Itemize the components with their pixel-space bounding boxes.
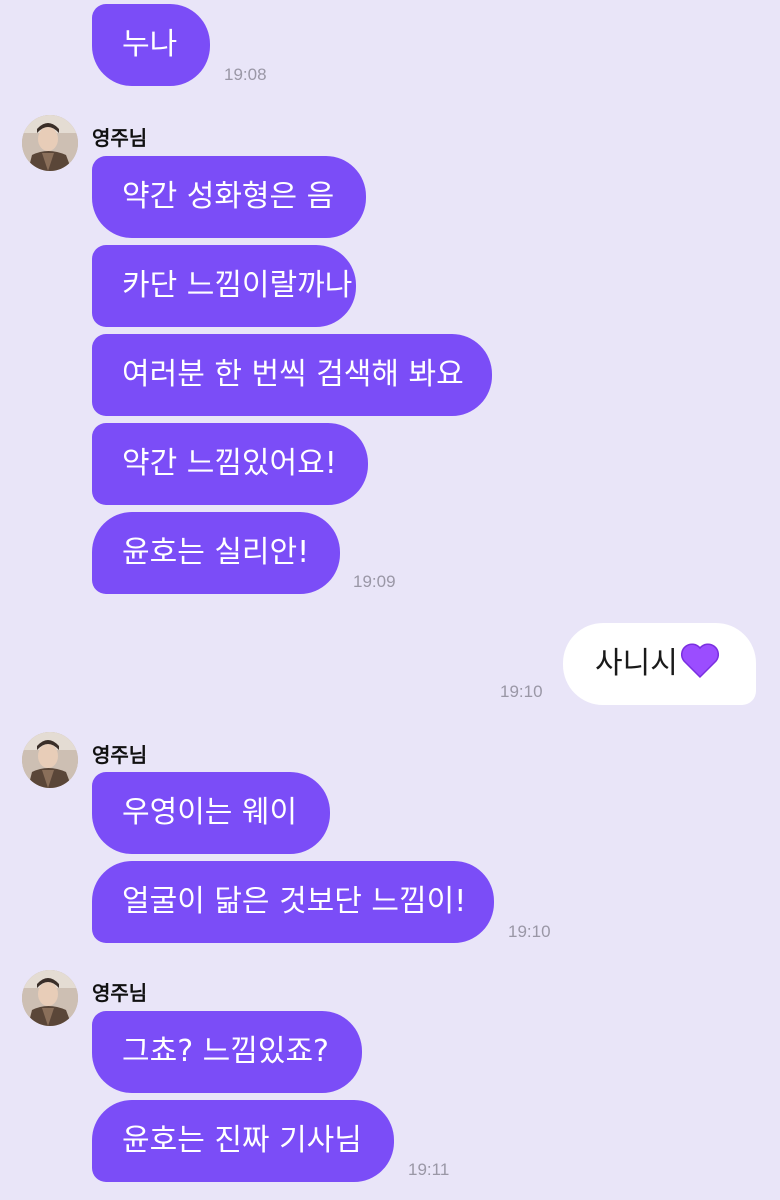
- message-text: 사니시: [595, 646, 678, 681]
- message-bubble[interactable]: 약간 성화형은 음: [92, 156, 366, 238]
- purple-heart-icon: [680, 643, 720, 685]
- sender-name: 영주님: [92, 743, 148, 767]
- message-text: 여러분 한 번씩 검색해 봐요: [122, 357, 464, 392]
- message-bubble[interactable]: 얼굴이 닮은 것보단 느낌이!: [92, 861, 494, 943]
- my-message-bubble[interactable]: 사니시: [563, 623, 756, 705]
- message-text: 우영이는 웨이: [122, 795, 298, 830]
- avatar-photo-icon: [22, 115, 78, 171]
- avatar-photo-icon: [22, 732, 78, 788]
- message-bubble[interactable]: 누나: [92, 4, 210, 86]
- avatar[interactable]: [22, 115, 78, 171]
- message-text: 카단 느낌이랄까나: [122, 268, 353, 303]
- message-bubble[interactable]: 그쵸? 느낌있죠?: [92, 1011, 362, 1093]
- avatar-photo-icon: [22, 970, 78, 1026]
- avatar[interactable]: [22, 732, 78, 788]
- message-bubble[interactable]: 여러분 한 번씩 검색해 봐요: [92, 334, 492, 416]
- message-bubble[interactable]: 카단 느낌이랄까나: [92, 245, 356, 327]
- message-time: 19:09: [353, 572, 396, 591]
- message-text: 약간 느낌있어요!: [122, 446, 337, 481]
- sender-name: 영주님: [92, 126, 148, 150]
- message-text: 약간 성화형은 음: [122, 179, 335, 214]
- sender-name: 영주님: [92, 981, 148, 1005]
- message-time: 19:10: [508, 922, 551, 941]
- message-text: 그쵸? 느낌있죠?: [122, 1034, 329, 1069]
- message-text: 윤호는 실리안!: [122, 535, 310, 570]
- message-time: 19:11: [408, 1160, 450, 1179]
- message-text: 누나: [122, 27, 178, 62]
- message-bubble[interactable]: 윤호는 진짜 기사님: [92, 1100, 394, 1182]
- message-text: 윤호는 진짜 기사님: [122, 1123, 362, 1158]
- message-time: 19:08: [224, 65, 267, 84]
- avatar[interactable]: [22, 970, 78, 1026]
- message-time: 19:10: [500, 682, 543, 701]
- message-text: 얼굴이 닮은 것보단 느낌이!: [122, 884, 467, 919]
- message-bubble[interactable]: 약간 느낌있어요!: [92, 423, 368, 505]
- message-bubble[interactable]: 윤호는 실리안!: [92, 512, 340, 594]
- message-bubble[interactable]: 우영이는 웨이: [92, 772, 330, 854]
